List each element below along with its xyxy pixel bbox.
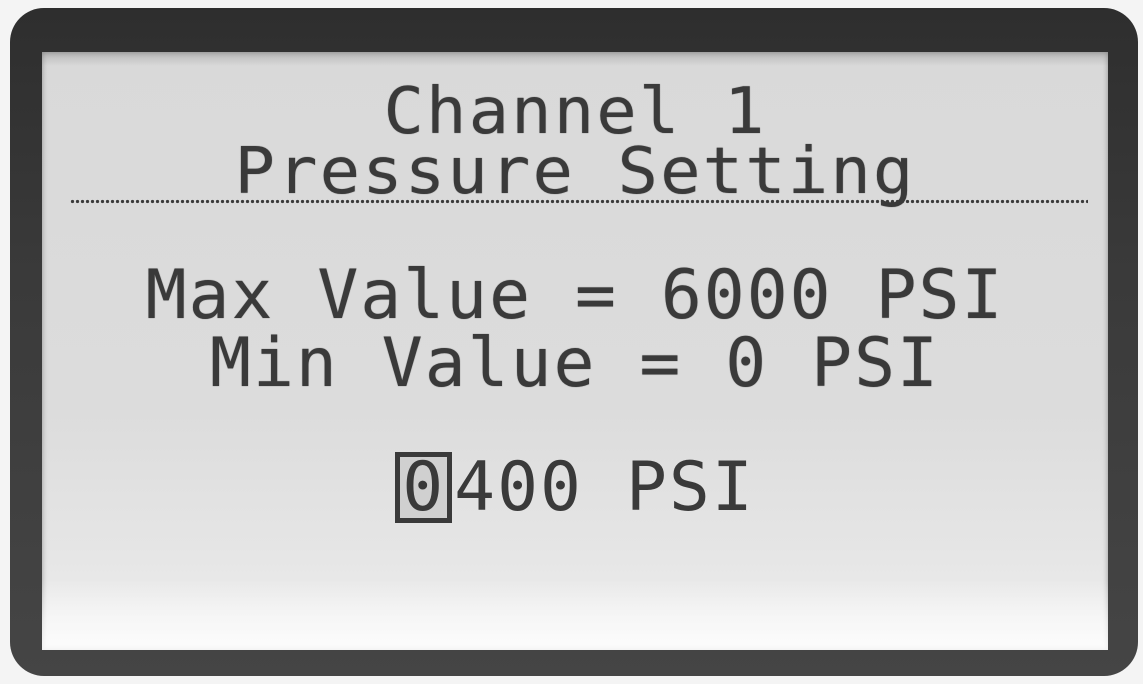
device-frame: Channel 1 Pressure Setting Max Value = 6… [0,0,1143,684]
screen-glare [42,580,1108,650]
setpoint-unit: PSI [625,448,755,527]
setpoint-value: 400 [454,448,583,527]
pressure-setting-heading: Pressure Setting [234,135,916,209]
min-value-text: Min Value = 0 PSI [210,324,940,403]
pressure-setpoint-field[interactable]: 0 400 PSI [42,452,1108,524]
edit-cursor-digit[interactable]: 0 [395,452,453,524]
lcd-screen: Channel 1 Pressure Setting Max Value = 6… [42,52,1108,650]
max-value-text: Max Value = 6000 PSI [145,256,1005,335]
header-divider [70,199,1088,204]
